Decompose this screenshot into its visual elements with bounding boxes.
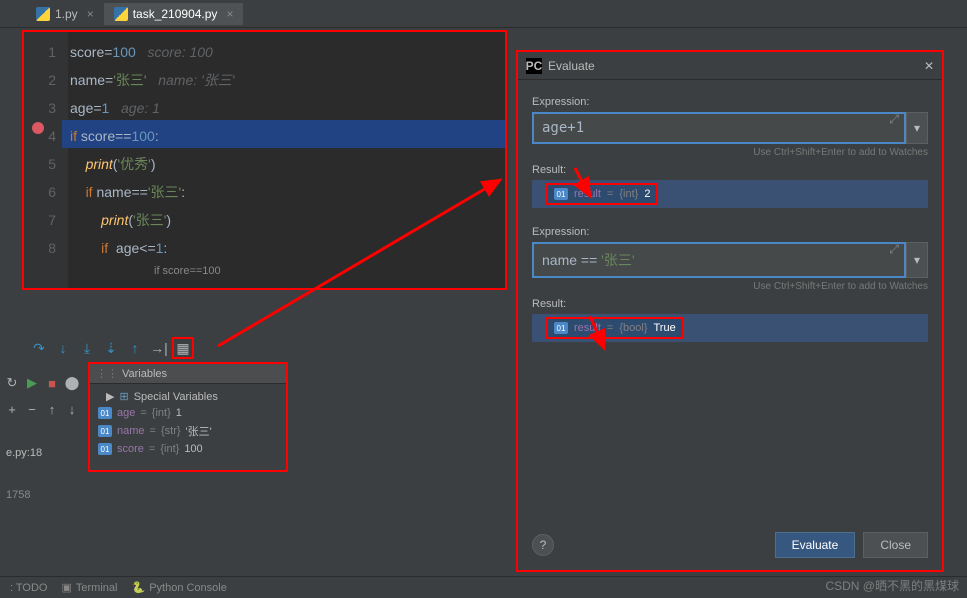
expression-label: Expression:	[532, 226, 928, 238]
close-icon[interactable]: ×	[87, 7, 94, 21]
stop-icon[interactable]: ■	[44, 374, 60, 392]
evaluate-dialog: PC Evaluate ✕ Expression: age+1 ⤢ ▾ Use …	[516, 50, 944, 572]
terminal-tool[interactable]: ▣Terminal	[62, 581, 118, 594]
dialog-titlebar[interactable]: PC Evaluate ✕	[518, 52, 942, 80]
python-file-icon	[36, 7, 50, 21]
breakpoint-icon[interactable]	[32, 122, 44, 134]
editor: 12345678 score=100 score: 100 name='张三' …	[22, 30, 507, 290]
code-area[interactable]: score=100 score: 100 name='张三' name: '张三…	[68, 32, 505, 288]
expression-input[interactable]: age+1	[532, 112, 906, 144]
expand-icon[interactable]: ⤢	[884, 242, 904, 257]
history-dropdown-icon[interactable]: ▾	[906, 112, 928, 144]
tab-label: 1.py	[55, 7, 78, 21]
new-watch-icon[interactable]: +	[4, 400, 20, 418]
step-into-my-icon[interactable]: ⤓	[76, 337, 98, 359]
python-file-icon	[114, 7, 128, 21]
down-icon[interactable]: ↓	[64, 400, 80, 418]
run-to-cursor-icon[interactable]: →|	[148, 337, 170, 359]
variable-row[interactable]: 01score = {int} 100	[94, 441, 282, 457]
expression-label: Expression:	[532, 96, 928, 108]
close-button[interactable]: Close	[863, 532, 928, 558]
terminal-icon: ▣	[62, 581, 72, 594]
close-icon[interactable]: ×	[226, 7, 233, 21]
tab-task[interactable]: task_210904.py ×	[104, 3, 244, 25]
debug-left-controls: ↻ ▶ ■ ⬤ + − ↑ ↓	[0, 370, 84, 422]
debug-toolbar: ↷ ↓ ⤓ ⇣ ↑ →| ▦	[22, 334, 200, 362]
tab-1py[interactable]: 1.py ×	[26, 3, 104, 25]
help-button[interactable]: ?	[532, 534, 554, 556]
result-row[interactable]: 01result = {bool} True	[546, 317, 684, 339]
variables-header: ⋮⋮ Variables	[90, 364, 286, 384]
step-out-icon[interactable]: ↑	[124, 337, 146, 359]
frame-num: 1758	[0, 486, 36, 504]
current-frame[interactable]: e.py:18	[0, 444, 48, 462]
grip-icon: ⋮⋮	[96, 367, 118, 380]
step-over-icon[interactable]: ↷	[28, 337, 50, 359]
step-into-icon[interactable]: ↓	[52, 337, 74, 359]
watermark-text: CSDN @晒不黑的黑煤球	[825, 577, 959, 594]
gutter: 12345678	[24, 32, 68, 288]
python-icon: 🐍	[131, 581, 145, 594]
hint-text: Use Ctrl+Shift+Enter to add to Watches	[532, 147, 928, 158]
result-label: Result:	[532, 298, 928, 310]
expression-input[interactable]: name == '张三'	[532, 242, 906, 278]
bottom-toolbar: : TODO ▣Terminal 🐍Python Console	[0, 576, 967, 598]
variable-row[interactable]: 01age = {int} 1	[94, 405, 282, 421]
pycharm-icon: PC	[526, 58, 542, 74]
tab-label: task_210904.py	[133, 7, 218, 21]
result-label: Result:	[532, 164, 928, 176]
special-variables[interactable]: ▶ ⊞ Special Variables	[94, 388, 282, 405]
view-breakpoints-icon[interactable]: ⬤	[64, 374, 80, 392]
remove-watch-icon[interactable]: −	[24, 400, 40, 418]
dialog-title: Evaluate	[548, 59, 595, 73]
variables-panel: ⋮⋮ Variables ▶ ⊞ Special Variables 01age…	[88, 362, 288, 472]
restart-icon[interactable]: ↻	[4, 374, 20, 392]
history-dropdown-icon[interactable]: ▾	[906, 242, 928, 278]
python-console-tool[interactable]: 🐍Python Console	[131, 581, 226, 594]
resume-icon[interactable]: ▶	[24, 374, 40, 392]
evaluate-expression-icon[interactable]: ▦	[172, 337, 194, 359]
hint-text: Use Ctrl+Shift+Enter to add to Watches	[532, 281, 928, 292]
expand-icon[interactable]: ⤢	[884, 112, 904, 127]
force-step-icon[interactable]: ⇣	[100, 337, 122, 359]
editor-tabs: 1.py × task_210904.py ×	[0, 0, 967, 28]
result-row[interactable]: 01result = {int} 2	[546, 183, 658, 205]
todo-tool[interactable]: : TODO	[10, 582, 48, 594]
evaluate-button[interactable]: Evaluate	[775, 532, 856, 558]
variable-row[interactable]: 01name = {str} '张三'	[94, 421, 282, 441]
up-icon[interactable]: ↑	[44, 400, 60, 418]
close-icon[interactable]: ✕	[924, 59, 934, 73]
